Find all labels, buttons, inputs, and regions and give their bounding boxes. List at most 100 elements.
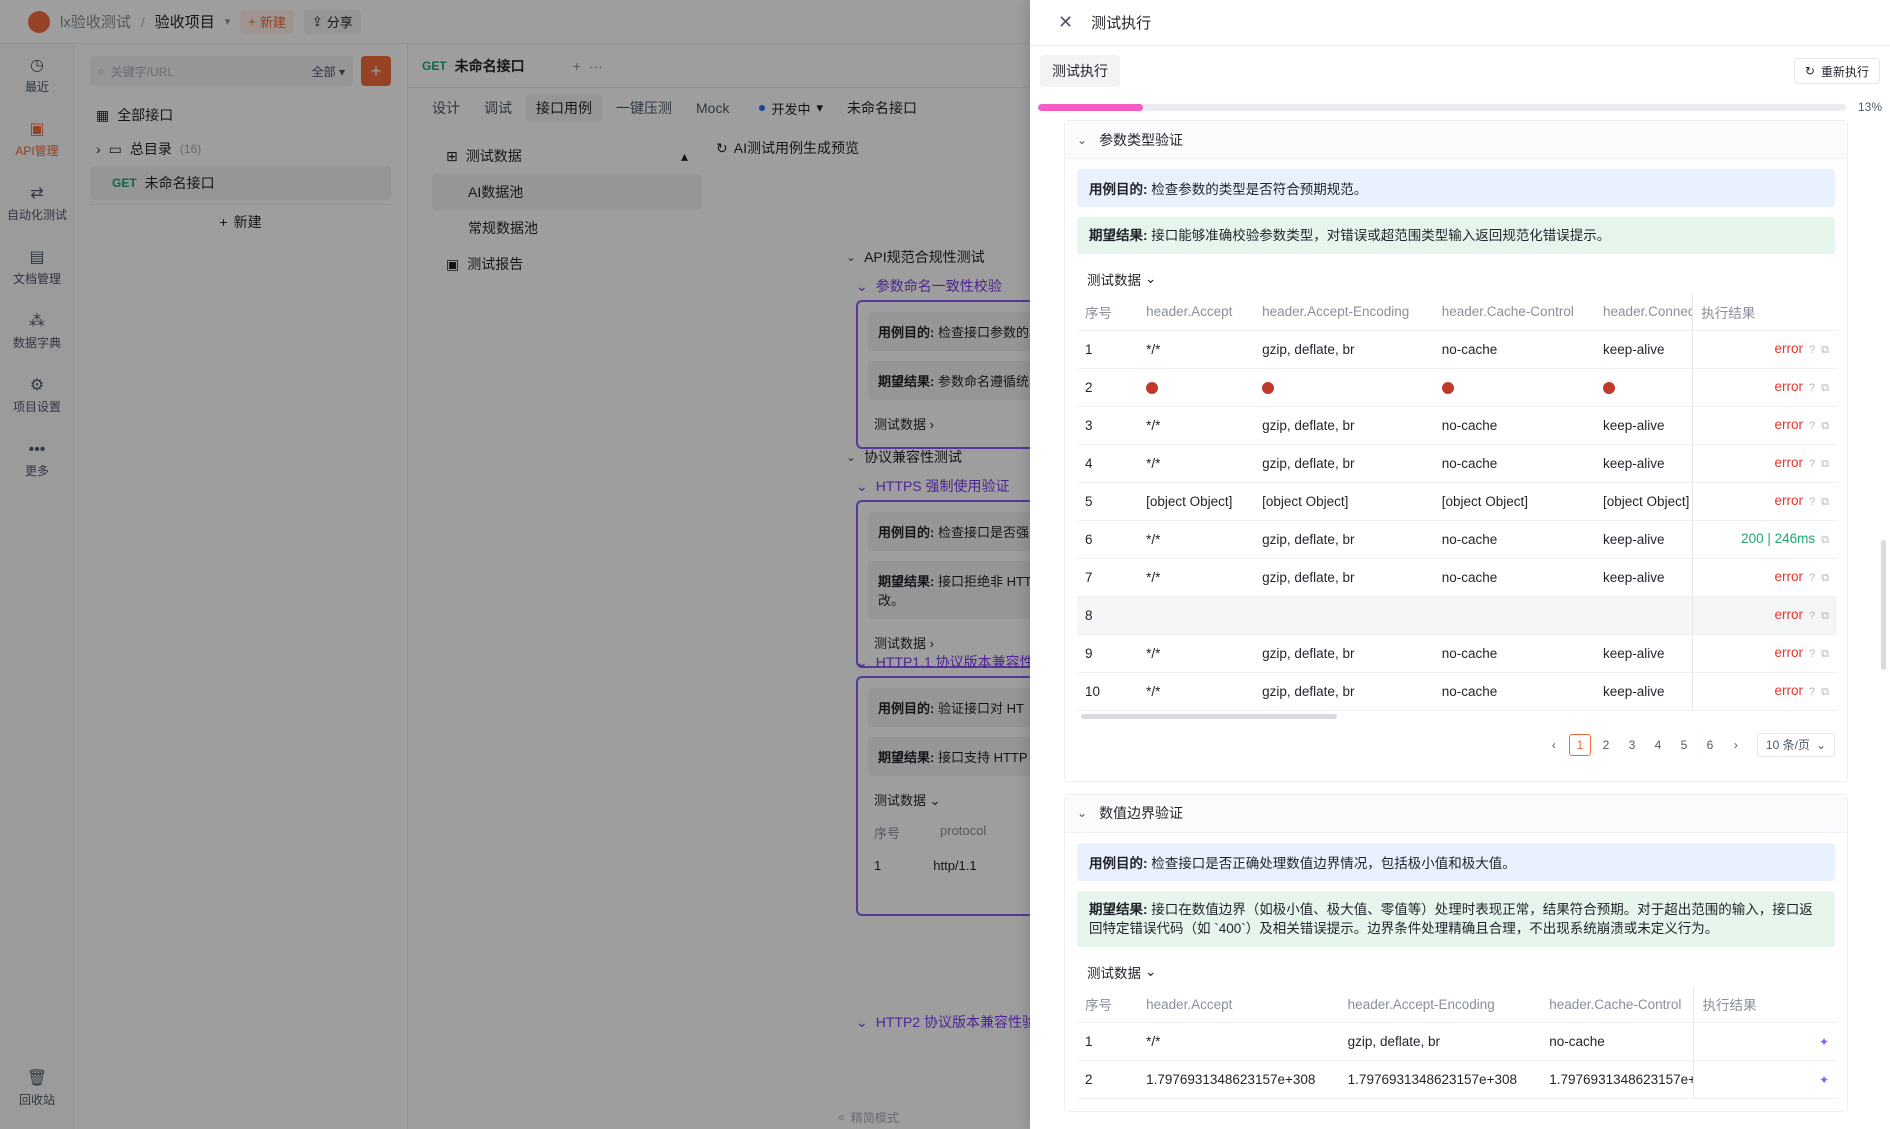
cell-result: error? ⧉ xyxy=(1692,672,1837,711)
case-expect: 期望结果: 接口在数值边界（如极小值、极大值、零值等）处理时表现正常，结果符合预… xyxy=(1077,890,1835,947)
table-header-row: 序号 header.Accept header.Accept-Encoding … xyxy=(1077,986,1837,1023)
column-header: 执行结果 xyxy=(1693,986,1837,1023)
help-icon[interactable]: ? xyxy=(1809,496,1815,508)
cell-cache xyxy=(1433,596,1596,635)
column-header: header.Accept xyxy=(1138,294,1255,331)
section-content: 用例目的: 检查接口是否正确处理数值边界情况，包括极小值和极大值。 期望结果: … xyxy=(1065,833,1847,1112)
bug-icon xyxy=(1441,381,1454,394)
cell-enc xyxy=(1254,596,1434,635)
table-row: 9 */* gzip, deflate, br no-cache keep-alive e… xyxy=(1077,634,1837,673)
test-data-toggle[interactable]: 测试数据 ⌄ xyxy=(1077,957,1835,987)
table-row: 10 */* gzip, deflate, br no-cache keep-alive… xyxy=(1077,672,1837,711)
detail-icon[interactable]: ⧉ xyxy=(1821,686,1829,698)
column-header: header.Accept-Encoding xyxy=(1254,294,1434,331)
detail-icon[interactable]: ⧉ xyxy=(1821,458,1829,470)
cell-accept: */* xyxy=(1138,634,1255,673)
page-button[interactable]: 5 xyxy=(1673,734,1695,756)
cell-enc: gzip, deflate, br xyxy=(1254,520,1434,559)
detail-icon[interactable]: ⧉ xyxy=(1821,496,1829,508)
table-row: 1 */* gzip, deflate, br no-cache keep-alive e… xyxy=(1077,330,1837,369)
detail-icon[interactable]: ⧉ xyxy=(1821,420,1829,432)
table-row: 2 error? ⧉ xyxy=(1077,368,1837,407)
rerun-button[interactable]: ↻ 重新执行 xyxy=(1793,58,1880,84)
cell-conn xyxy=(1595,596,1693,635)
help-icon[interactable]: ? xyxy=(1809,610,1815,622)
page-button[interactable]: 3 xyxy=(1621,734,1643,756)
help-icon[interactable]: ? xyxy=(1809,572,1815,584)
result-text: error xyxy=(1774,379,1804,394)
cell-accept: [object Object] xyxy=(1138,482,1255,521)
case-purpose: 用例目的: 检查接口是否正确处理数值边界情况，包括极小值和极大值。 xyxy=(1077,842,1835,881)
section-header[interactable]: ⌄ 参数类型验证 xyxy=(1065,121,1847,159)
cell-result: error? ⧉ xyxy=(1692,444,1837,483)
table-row: 5 [object Object] [object Object] [object O… xyxy=(1077,482,1837,521)
help-icon[interactable]: ? xyxy=(1809,686,1815,698)
page-button[interactable]: 2 xyxy=(1595,734,1617,756)
case-section: ⌄ 数值边界验证 用例目的: 检查接口是否正确处理数值边界情况，包括极小值和极大值… xyxy=(1064,793,1848,1112)
page-size-value: 10 条/页 xyxy=(1765,738,1810,752)
table-row: 8 error? ⧉ xyxy=(1077,596,1837,635)
detail-icon[interactable]: ⧉ xyxy=(1821,534,1829,546)
sparkle-icon[interactable]: ✦ xyxy=(1819,1073,1829,1087)
cell-accept xyxy=(1138,596,1255,635)
test-data-toggle[interactable]: 测试数据 ⌄ xyxy=(1077,264,1835,294)
cell-conn: keep-alive xyxy=(1595,406,1693,445)
page-button[interactable]: 4 xyxy=(1647,734,1669,756)
table-header-row: 序号 header.Accept header.Accept-Encoding … xyxy=(1077,294,1837,331)
cell-result: error? ⧉ xyxy=(1692,330,1837,369)
cell-index: 6 xyxy=(1077,520,1139,559)
cell-enc: gzip, deflate, br xyxy=(1254,406,1434,445)
detail-icon[interactable]: ⧉ xyxy=(1821,648,1829,660)
cell-index: 8 xyxy=(1077,596,1139,635)
column-header: header.Accept xyxy=(1138,986,1340,1023)
result-text: 200 | 246ms xyxy=(1741,531,1816,546)
cell-enc xyxy=(1254,368,1434,407)
help-icon[interactable]: ? xyxy=(1809,382,1815,394)
cell-index: 7 xyxy=(1077,558,1139,597)
expect-text: 接口能够准确校验参数类型，对错误或超范围类型输入返回规范化错误提示。 xyxy=(1151,228,1611,243)
help-icon[interactable]: ? xyxy=(1809,420,1815,432)
cell-conn: keep-alive xyxy=(1595,520,1693,559)
prev-page-icon[interactable]: ‹ xyxy=(1543,734,1565,756)
section-header[interactable]: ⌄ 数值边界验证 xyxy=(1065,794,1847,833)
cell-accept: */* xyxy=(1138,672,1255,711)
chevron-down-icon: ⌄ xyxy=(1077,132,1088,147)
help-icon[interactable]: ? xyxy=(1809,458,1815,470)
help-icon[interactable]: ? xyxy=(1809,344,1815,356)
table-row: 1 */* gzip, deflate, br no-cache ✦ xyxy=(1077,1022,1837,1061)
cell-cache: [object Object] xyxy=(1433,482,1596,521)
page-button[interactable]: 6 xyxy=(1699,734,1721,756)
table-row: 3 */* gzip, deflate, br no-cache keep-alive e… xyxy=(1077,406,1837,445)
vertical-scrollbar[interactable] xyxy=(1881,540,1886,670)
bug-icon xyxy=(1146,381,1159,394)
test-data-label: 测试数据 xyxy=(1087,965,1141,981)
cell-conn: keep-alive xyxy=(1595,558,1693,597)
help-icon[interactable]: ? xyxy=(1809,648,1815,660)
test-data-label: 测试数据 xyxy=(1087,273,1141,288)
close-icon[interactable]: ✕ xyxy=(1058,12,1073,33)
modal-overlay[interactable] xyxy=(0,0,1030,1129)
page-button[interactable]: 1 xyxy=(1568,733,1591,756)
sparkle-icon[interactable]: ✦ xyxy=(1819,1035,1829,1049)
column-header: 序号 xyxy=(1077,986,1139,1023)
progress-row: 13% xyxy=(1030,96,1890,118)
next-page-icon[interactable]: › xyxy=(1725,734,1747,756)
page-size-select[interactable]: 10 条/页 ⌄ xyxy=(1756,732,1835,757)
detail-icon[interactable]: ⧉ xyxy=(1821,344,1829,356)
cell-conn: [object Object] xyxy=(1595,482,1693,521)
scrollbar-thumb[interactable] xyxy=(1081,713,1337,719)
cell-index: 2 xyxy=(1077,368,1139,407)
cell-enc: [object Object] xyxy=(1254,482,1434,521)
horizontal-scrollbar[interactable] xyxy=(1077,711,1837,721)
section-title: 参数类型验证 xyxy=(1099,131,1184,148)
pagination: ‹ 1 2 3 4 5 6 › 10 条/页 ⌄ xyxy=(1077,721,1835,769)
detail-icon[interactable]: ⧉ xyxy=(1821,382,1829,394)
detail-icon[interactable]: ⧉ xyxy=(1821,572,1829,584)
cell-accept: */* xyxy=(1138,1022,1340,1061)
rerun-label: 重新执行 xyxy=(1820,64,1869,79)
detail-icon[interactable]: ⧉ xyxy=(1821,610,1829,622)
cell-conn: keep-alive xyxy=(1595,634,1693,673)
cell-result: error? ⧉ xyxy=(1692,634,1837,673)
tab-test-execution[interactable]: 测试执行 xyxy=(1040,55,1120,87)
result-text: error xyxy=(1774,455,1804,470)
